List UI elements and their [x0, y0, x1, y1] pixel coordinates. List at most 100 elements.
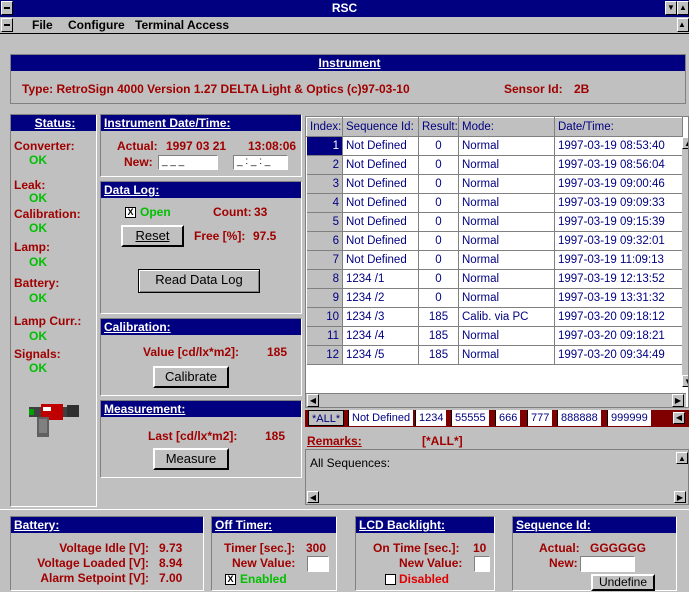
cell-mode[interactable]: Normal	[458, 155, 555, 175]
remarks-scroll-left-icon[interactable]: ◀	[307, 491, 319, 503]
tab-55555[interactable]: 55555	[451, 410, 489, 426]
cell-index[interactable]: 6	[306, 231, 343, 251]
cell-result[interactable]: 185	[418, 345, 459, 365]
cell-mode[interactable]: Normal	[458, 231, 555, 251]
menu-file[interactable]: File	[32, 17, 53, 34]
cell-sequence-id[interactable]: 1234 /2	[342, 288, 419, 308]
restore-arrow-icon[interactable]: ▲	[677, 1, 689, 15]
table-row[interactable]: 7 Not Defined 0 Normal 1997-03-19 11:09:13	[306, 250, 683, 270]
menu-terminal-access[interactable]: Terminal Access	[135, 17, 229, 34]
remarks-textarea[interactable]: All Sequences: ▲ ◀ ▶	[305, 449, 689, 505]
cell-mode[interactable]: Normal	[458, 345, 555, 365]
sequence-new-input[interactable]	[580, 556, 635, 572]
reset-button[interactable]: Reset	[121, 225, 184, 247]
cell-result[interactable]: 0	[418, 193, 459, 213]
tab-888888[interactable]: 888888	[557, 410, 601, 426]
cell-sequence-id[interactable]: Not Defined	[342, 250, 419, 270]
restore-doc-icon[interactable]: ▲	[677, 18, 689, 32]
table-vertical-scrollbar[interactable]: ▲ ▼	[682, 137, 688, 387]
cell-result[interactable]: 0	[418, 231, 459, 251]
scroll-right-icon[interactable]: ▶	[672, 394, 684, 407]
cell-sequence-id[interactable]: Not Defined	[342, 155, 419, 175]
cell-result[interactable]: 185	[418, 326, 459, 346]
cell-datetime[interactable]: 1997-03-19 13:31:32	[554, 288, 683, 308]
cell-result[interactable]: 185	[418, 307, 459, 327]
cell-sequence-id[interactable]: Not Defined	[342, 174, 419, 194]
cell-sequence-id[interactable]: Not Defined	[342, 136, 419, 156]
cell-datetime[interactable]: 1997-03-19 08:56:04	[554, 155, 683, 175]
cell-mode[interactable]: Normal	[458, 326, 555, 346]
table-horizontal-scrollbar[interactable]: ◀ ▶	[306, 393, 686, 407]
menu-configure[interactable]: Configure	[68, 17, 125, 34]
cell-mode[interactable]: Normal	[458, 288, 555, 308]
calibrate-button[interactable]: Calibrate	[153, 366, 229, 388]
cell-result[interactable]: 0	[418, 136, 459, 156]
remarks-scroll-up-icon[interactable]: ▲	[676, 452, 688, 464]
cell-result[interactable]: 0	[418, 250, 459, 270]
cell-mode[interactable]: Normal	[458, 212, 555, 232]
tab-scroll-icon[interactable]: ◀	[673, 412, 685, 424]
column-header-mode[interactable]: Mode:	[458, 117, 555, 137]
table-row[interactable]: 4 Not Defined 0 Normal 1997-03-19 09:09:33	[306, 193, 683, 213]
minimize-arrow-icon[interactable]: ▼	[665, 1, 677, 15]
measure-button[interactable]: Measure	[153, 448, 229, 470]
tab-666[interactable]: 666	[495, 410, 521, 426]
cell-index[interactable]: 4	[306, 193, 343, 213]
cell-index[interactable]: 2	[306, 155, 343, 175]
cell-sequence-id[interactable]: Not Defined	[342, 193, 419, 213]
cell-index[interactable]: 3	[306, 174, 343, 194]
table-row[interactable]: 12 1234 /5 185 Normal 1997-03-20 09:34:49	[306, 345, 683, 365]
enabled-checkbox[interactable]: X	[225, 574, 236, 585]
table-row[interactable]: 3 Not Defined 0 Normal 1997-03-19 09:00:46	[306, 174, 683, 194]
cell-result[interactable]: 0	[418, 269, 459, 289]
cell-datetime[interactable]: 1997-03-19 09:09:33	[554, 193, 683, 213]
scroll-up-icon[interactable]: ▲	[682, 137, 688, 149]
cell-result[interactable]: 0	[418, 288, 459, 308]
disabled-checkbox[interactable]	[385, 574, 396, 585]
table-row[interactable]: 5 Not Defined 0 Normal 1997-03-19 09:15:39	[306, 212, 683, 232]
cell-sequence-id[interactable]: Not Defined	[342, 212, 419, 232]
cell-datetime[interactable]: 1997-03-20 09:34:49	[554, 345, 683, 365]
off-timer-new-input[interactable]	[307, 556, 329, 572]
table-row[interactable]: 10 1234 /3 185 Calib. via PC 1997-03-20 09:1…	[306, 307, 683, 327]
cell-index[interactable]: 5	[306, 212, 343, 232]
scroll-down-icon[interactable]: ▼	[682, 375, 688, 387]
column-header-sequence-id[interactable]: Sequence Id:	[342, 117, 419, 137]
cell-mode[interactable]: Normal	[458, 174, 555, 194]
tab-999999[interactable]: 999999	[607, 410, 651, 426]
tab-1234[interactable]: 1234	[415, 410, 447, 426]
new-time-input[interactable]: _ : _ : _	[233, 155, 288, 170]
table-row[interactable]: 1 Not Defined 0 Normal 1997-03-19 08:53:40	[306, 136, 683, 156]
cell-sequence-id[interactable]: 1234 /5	[342, 345, 419, 365]
remarks-scroll-right-icon[interactable]: ▶	[674, 491, 686, 503]
cell-sequence-id[interactable]: 1234 /4	[342, 326, 419, 346]
cell-mode[interactable]: Normal	[458, 250, 555, 270]
cell-index[interactable]: 12	[306, 345, 343, 365]
column-header-result[interactable]: Result:	[418, 117, 459, 137]
cell-result[interactable]: 0	[418, 174, 459, 194]
table-row[interactable]: 2 Not Defined 0 Normal 1997-03-19 08:56:04	[306, 155, 683, 175]
cell-result[interactable]: 0	[418, 212, 459, 232]
table-row[interactable]: 8 1234 /1 0 Normal 1997-03-19 12:13:52	[306, 269, 683, 289]
table-row[interactable]: 11 1234 /4 185 Normal 1997-03-20 09:18:21	[306, 326, 683, 346]
cell-mode[interactable]: Normal	[458, 136, 555, 156]
new-date-input[interactable]: _ _ _	[158, 155, 218, 170]
cell-sequence-id[interactable]: 1234 /1	[342, 269, 419, 289]
cell-datetime[interactable]: 1997-03-19 09:15:39	[554, 212, 683, 232]
cell-datetime[interactable]: 1997-03-20 09:18:21	[554, 326, 683, 346]
cell-sequence-id[interactable]: 1234 /3	[342, 307, 419, 327]
table-row[interactable]: 6 Not Defined 0 Normal 1997-03-19 09:32:01	[306, 231, 683, 251]
lcd-new-input[interactable]	[474, 556, 490, 572]
tab-not-defined[interactable]: Not Defined	[348, 410, 414, 426]
table-row[interactable]: 9 1234 /2 0 Normal 1997-03-19 13:31:32	[306, 288, 683, 308]
cell-index[interactable]: 9	[306, 288, 343, 308]
doc-menu-icon[interactable]	[1, 18, 13, 32]
cell-index[interactable]: 1	[306, 136, 343, 156]
tab-all[interactable]: *ALL*	[308, 410, 345, 426]
cell-mode[interactable]: Calib. via PC	[458, 307, 555, 327]
cell-datetime[interactable]: 1997-03-19 09:00:46	[554, 174, 683, 194]
cell-datetime[interactable]: 1997-03-20 09:18:12	[554, 307, 683, 327]
cell-index[interactable]: 8	[306, 269, 343, 289]
cell-datetime[interactable]: 1997-03-19 12:13:52	[554, 269, 683, 289]
scroll-left-icon[interactable]: ◀	[307, 394, 319, 407]
